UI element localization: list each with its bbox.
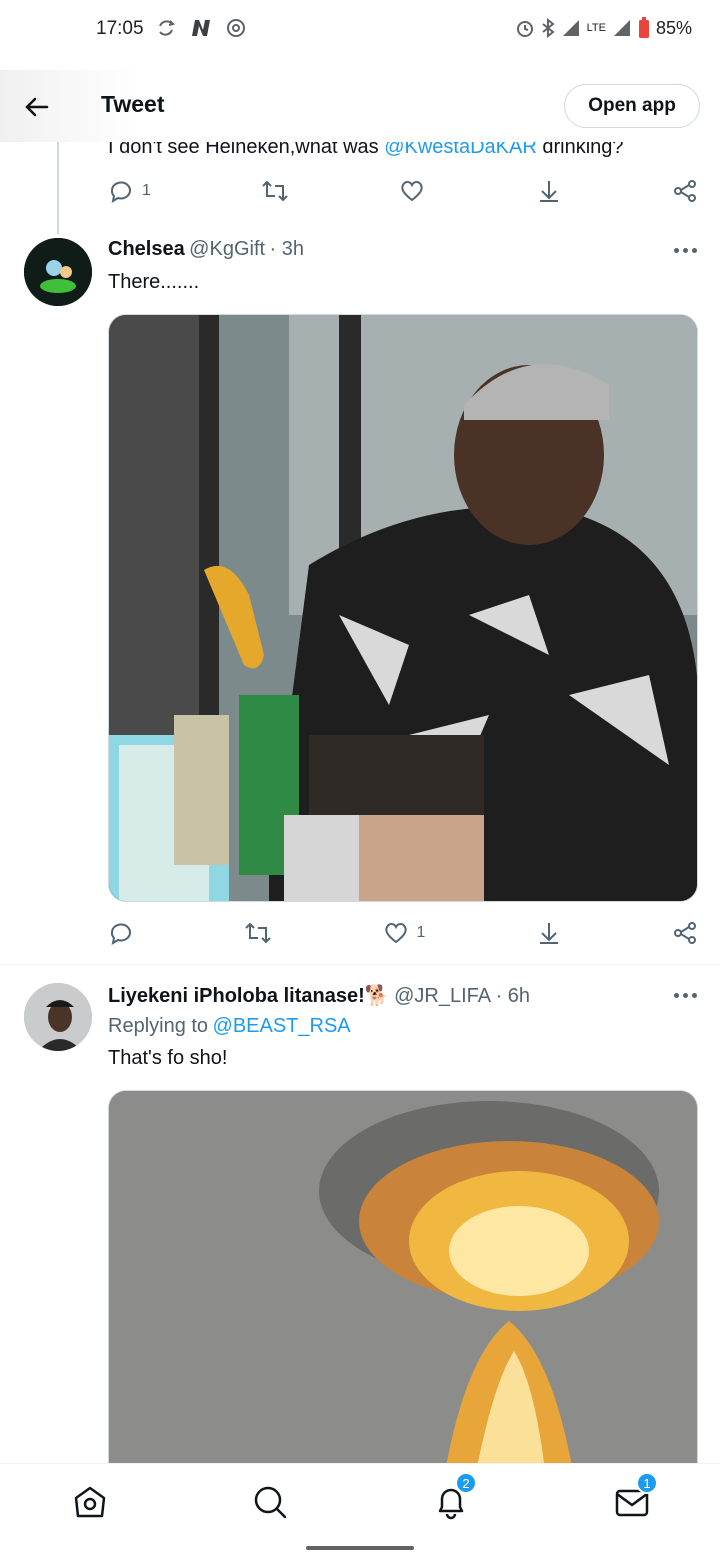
thread-line — [57, 142, 59, 234]
tweet-photo — [109, 1091, 697, 1509]
divider — [0, 964, 720, 965]
more-options-button[interactable] — [674, 993, 698, 1001]
nav-notifications[interactable]: 2 — [431, 1472, 477, 1522]
status-left-icons — [156, 18, 246, 38]
more-options-button[interactable] — [674, 248, 698, 256]
avatar[interactable] — [24, 983, 92, 1051]
author-handle[interactable]: @JR_LIFA — [394, 985, 491, 1007]
download-button[interactable] — [536, 178, 562, 204]
dot-icon — [674, 248, 679, 253]
like-button[interactable]: 1 — [383, 920, 426, 946]
gesture-bar[interactable] — [306, 1546, 414, 1550]
search-icon — [254, 1486, 287, 1519]
status-time: 17:05 — [96, 18, 144, 39]
like-button[interactable] — [399, 178, 425, 204]
bluetooth-icon — [541, 18, 555, 38]
retweet-icon — [245, 922, 271, 944]
reply-button[interactable]: 1 — [108, 178, 151, 204]
retweet-button[interactable] — [244, 920, 272, 946]
tweet-header: Chelsea @KgGift · 3h — [108, 238, 304, 261]
dot-icon — [674, 993, 679, 998]
tweet-media[interactable] — [108, 1090, 698, 1510]
signal-icon — [562, 20, 579, 36]
share-button[interactable] — [672, 920, 698, 946]
page-title: Tweet — [101, 91, 165, 117]
tweet-text: There....... — [108, 271, 200, 293]
tweet-text: That's fo sho! — [108, 1047, 228, 1069]
avatar[interactable] — [24, 238, 92, 306]
replying-to-link[interactable]: @BEAST_RSA — [213, 1015, 351, 1037]
battery-icon — [638, 17, 649, 38]
arrow-left-icon — [25, 97, 49, 117]
dot-icon — [692, 993, 697, 998]
reply-icon — [110, 923, 131, 946]
dot-icon — [683, 248, 688, 253]
tweet-header: Liyekeni iPholoba litanase!🐕 @JR_LIFA · … — [108, 983, 530, 1008]
n-app-icon — [192, 20, 210, 36]
avatar-image — [24, 983, 92, 1051]
replying-to-label: Replying to — [108, 1015, 209, 1037]
reply-count: 1 — [142, 182, 151, 199]
tweet-actions: 1 — [108, 920, 698, 946]
author-name[interactable]: Liyekeni iPholoba litanase! — [108, 985, 365, 1007]
dot-icon — [683, 993, 688, 998]
messages-badge: 1 — [636, 1472, 658, 1494]
notifications-badge: 2 — [455, 1472, 477, 1494]
tweet-photo — [109, 315, 697, 901]
share-button[interactable] — [672, 178, 698, 204]
sync-icon — [159, 20, 175, 36]
heart-icon — [401, 181, 424, 202]
open-app-button[interactable]: Open app — [564, 84, 700, 128]
dot-icon — [692, 248, 697, 253]
tweet-time: · 6h — [495, 985, 531, 1007]
network-type: LTE — [586, 21, 606, 34]
retweet-icon — [262, 180, 288, 202]
back-button[interactable] — [22, 92, 52, 122]
author-name[interactable]: Chelsea — [108, 238, 185, 260]
status-bar: 17:05 LTE 85% — [0, 0, 720, 60]
nav-home[interactable] — [70, 1482, 110, 1522]
heart-icon — [384, 923, 407, 944]
tweet-time: · 3h — [269, 238, 304, 260]
home-icon — [74, 1486, 106, 1518]
share-icon — [673, 922, 696, 944]
partial-tweet-actions: 1 — [108, 178, 698, 204]
reply-button[interactable] — [108, 920, 134, 946]
alarm-icon — [516, 21, 533, 37]
nav-messages[interactable]: 1 — [612, 1472, 658, 1522]
like-count: 1 — [416, 924, 426, 941]
download-button[interactable] — [536, 920, 562, 946]
battery-percent: 85% — [655, 17, 692, 38]
share-icon — [673, 180, 696, 202]
reply-icon — [110, 181, 131, 204]
replying-to: Replying to @BEAST_RSA — [108, 1015, 351, 1038]
download-icon — [539, 923, 558, 944]
chrome-icon — [227, 19, 245, 37]
nav-search[interactable] — [250, 1482, 290, 1522]
download-icon — [539, 181, 558, 202]
signal-icon-2 — [613, 20, 630, 36]
status-right-icons: LTE 85% — [515, 17, 692, 39]
author-handle[interactable]: @KgGift — [189, 238, 265, 260]
tweet-media[interactable] — [108, 314, 698, 902]
avatar-image — [24, 238, 92, 306]
retweet-button[interactable] — [261, 178, 289, 204]
dog-emoji: 🐕 — [364, 985, 390, 1007]
bottom-nav: 2 1 — [0, 1463, 720, 1537]
